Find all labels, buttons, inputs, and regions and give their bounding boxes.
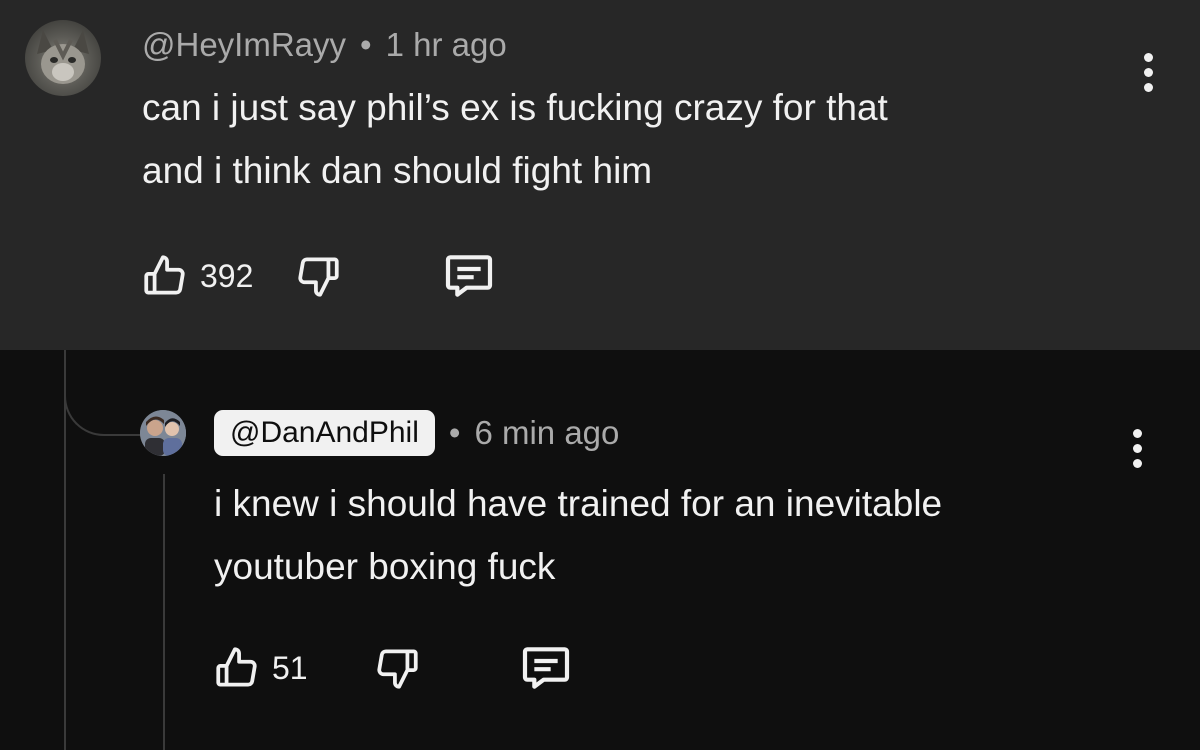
dan-and-phil-avatar-image	[140, 410, 186, 456]
reply-text: i knew i should have trained for an inev…	[214, 472, 942, 598]
thumbs-up-icon	[216, 647, 257, 687]
reply-button[interactable]	[441, 248, 497, 304]
like-button[interactable]: 392	[140, 251, 253, 301]
meta-separator: •	[448, 414, 461, 451]
cat-avatar-image	[37, 30, 89, 84]
dislike-button[interactable]	[293, 251, 343, 301]
avatar[interactable]	[25, 20, 101, 96]
timestamp[interactable]: 6 min ago	[474, 414, 619, 452]
reply-actions: 51	[212, 640, 574, 696]
comment-line: can i just say phil’s ex is fucking craz…	[142, 87, 888, 128]
comment-line: and i think dan should fight him	[142, 150, 653, 191]
comment-meta: @HeyImRayy • 1 hr ago	[142, 26, 507, 64]
creator-channel-badge[interactable]: @DanAndPhil	[214, 410, 435, 456]
comment-line: i knew i should have trained for an inev…	[214, 483, 943, 524]
like-button[interactable]: 51	[212, 643, 308, 693]
reply-icon	[446, 255, 493, 297]
reply-thread-line	[163, 474, 165, 750]
thumbs-down-icon	[298, 257, 340, 297]
comment-line: youtuber boxing fuck	[214, 546, 556, 587]
like-count: 392	[200, 257, 254, 294]
comment-text: can i just say phil’s ex is fucking craz…	[142, 76, 888, 202]
thumbs-up-icon	[144, 255, 185, 295]
thread-connector	[64, 350, 142, 436]
avatar[interactable]	[140, 410, 186, 456]
timestamp[interactable]: 1 hr ago	[386, 26, 507, 64]
reply-meta: @DanAndPhil • 6 min ago	[214, 410, 619, 456]
thread-line	[64, 350, 66, 750]
more-vertical-icon[interactable]	[1138, 42, 1158, 102]
comment-actions: 392	[140, 248, 497, 304]
dislike-button[interactable]	[372, 643, 422, 693]
author-name[interactable]: @HeyImRayy	[142, 26, 346, 64]
like-count: 51	[272, 649, 308, 686]
reply-icon	[522, 647, 569, 689]
meta-separator: •	[360, 26, 372, 63]
more-vertical-icon[interactable]	[1127, 418, 1147, 478]
top-comment: @HeyImRayy • 1 hr ago can i just say phi…	[0, 0, 1200, 350]
reply-button[interactable]	[518, 640, 574, 696]
thumbs-down-icon	[377, 649, 418, 689]
comments-screen: @HeyImRayy • 1 hr ago can i just say phi…	[0, 0, 1200, 750]
